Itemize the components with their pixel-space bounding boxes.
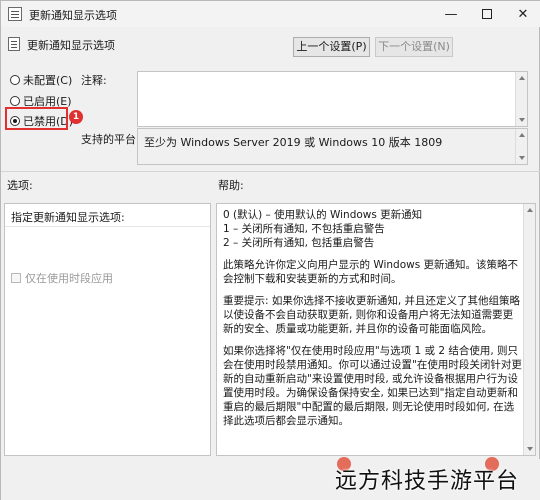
setting-header: 更新通知显示选项 — [1, 27, 540, 61]
policy-icon — [8, 7, 22, 21]
platform-scrollbar[interactable] — [515, 129, 527, 164]
scroll-up-icon[interactable] — [519, 76, 525, 80]
active-hours-checkbox-label: 仅在使用时段应用 — [25, 272, 113, 285]
radio-enabled-indicator[interactable] — [10, 96, 20, 106]
help-paragraph: 0 (默认) – 使用默认的 Windows 更新通知 — [223, 209, 423, 221]
help-paragraph: 如果你选择将"仅在使用时段应用"与选项 1 或 2 结合使用, 则只会在使用时段… — [223, 345, 522, 427]
help-scrollbar[interactable] — [523, 204, 535, 455]
radio-not-configured[interactable]: 未配置(C) — [10, 72, 72, 88]
options-separator — [5, 226, 210, 227]
previous-setting-button[interactable]: 上一个设置(P) — [293, 37, 370, 57]
minimize-button[interactable]: — — [433, 1, 469, 27]
radio-not-configured-label: 未配置(C) — [23, 74, 73, 87]
maximize-icon — [482, 9, 492, 19]
step-badge: 1 — [69, 110, 83, 124]
scroll-down-icon[interactable] — [527, 447, 533, 451]
setting-icon — [8, 37, 20, 51]
scroll-up-icon[interactable] — [519, 133, 525, 137]
scroll-down-icon[interactable] — [519, 156, 525, 160]
options-title: 指定更新通知显示选项: — [11, 211, 125, 224]
close-button[interactable]: ✕ — [505, 1, 540, 27]
watermark-text: 远方科技手游平台 — [335, 469, 520, 494]
platform-value: 至少为 Windows Server 2019 或 Windows 10 版本 … — [144, 136, 443, 149]
help-paragraph: 此策略允许你定义向用户显示的 Windows 更新通知。该策略不会控制下载和安装… — [223, 259, 519, 285]
help-paragraph: 重要提示: 如果你选择不接收更新通知, 并且还定义了其他组策略以使设备不会自动获… — [223, 295, 521, 335]
next-setting-button[interactable]: 下一个设置(N) — [375, 37, 453, 57]
help-paragraph: 1 – 关闭所有通知, 不包括重启警告 — [223, 223, 385, 235]
active-hours-checkbox-row[interactable]: 仅在使用时段应用 — [11, 270, 113, 286]
title-bar: 更新通知显示选项 — ✕ — [1, 1, 540, 27]
window-title: 更新通知显示选项 — [29, 9, 117, 22]
platform-box: 至少为 Windows Server 2019 或 Windows 10 版本 … — [137, 128, 528, 165]
options-label: 选项: — [7, 179, 33, 192]
section-divider — [1, 171, 540, 172]
platform-label: 支持的平台: — [81, 133, 140, 146]
minimize-icon: — — [444, 6, 458, 22]
maximize-button[interactable] — [469, 1, 505, 27]
options-panel: 指定更新通知显示选项: 仅在使用时段应用 — [4, 203, 211, 456]
comment-textarea[interactable] — [137, 71, 528, 127]
scroll-down-icon[interactable] — [519, 118, 525, 122]
help-text: 0 (默认) – 使用默认的 Windows 更新通知 1 – 关闭所有通知, … — [223, 208, 523, 436]
radio-not-configured-indicator[interactable] — [10, 75, 20, 85]
policy-window: 更新通知显示选项 — ✕ 更新通知显示选项 上一个设置(P) 下一个设置(N) … — [0, 0, 540, 500]
setting-title: 更新通知显示选项 — [27, 39, 115, 52]
close-icon: ✕ — [517, 6, 529, 22]
active-hours-checkbox[interactable] — [11, 273, 21, 283]
comment-label: 注释: — [81, 74, 107, 87]
help-panel: 0 (默认) – 使用默认的 Windows 更新通知 1 – 关闭所有通知, … — [216, 203, 536, 456]
help-paragraph: 2 – 关闭所有通知, 包括重启警告 — [223, 237, 375, 249]
highlight-box — [5, 107, 68, 130]
comment-scrollbar[interactable] — [515, 72, 527, 126]
scroll-up-icon[interactable] — [527, 208, 533, 212]
help-label: 帮助: — [218, 179, 244, 192]
